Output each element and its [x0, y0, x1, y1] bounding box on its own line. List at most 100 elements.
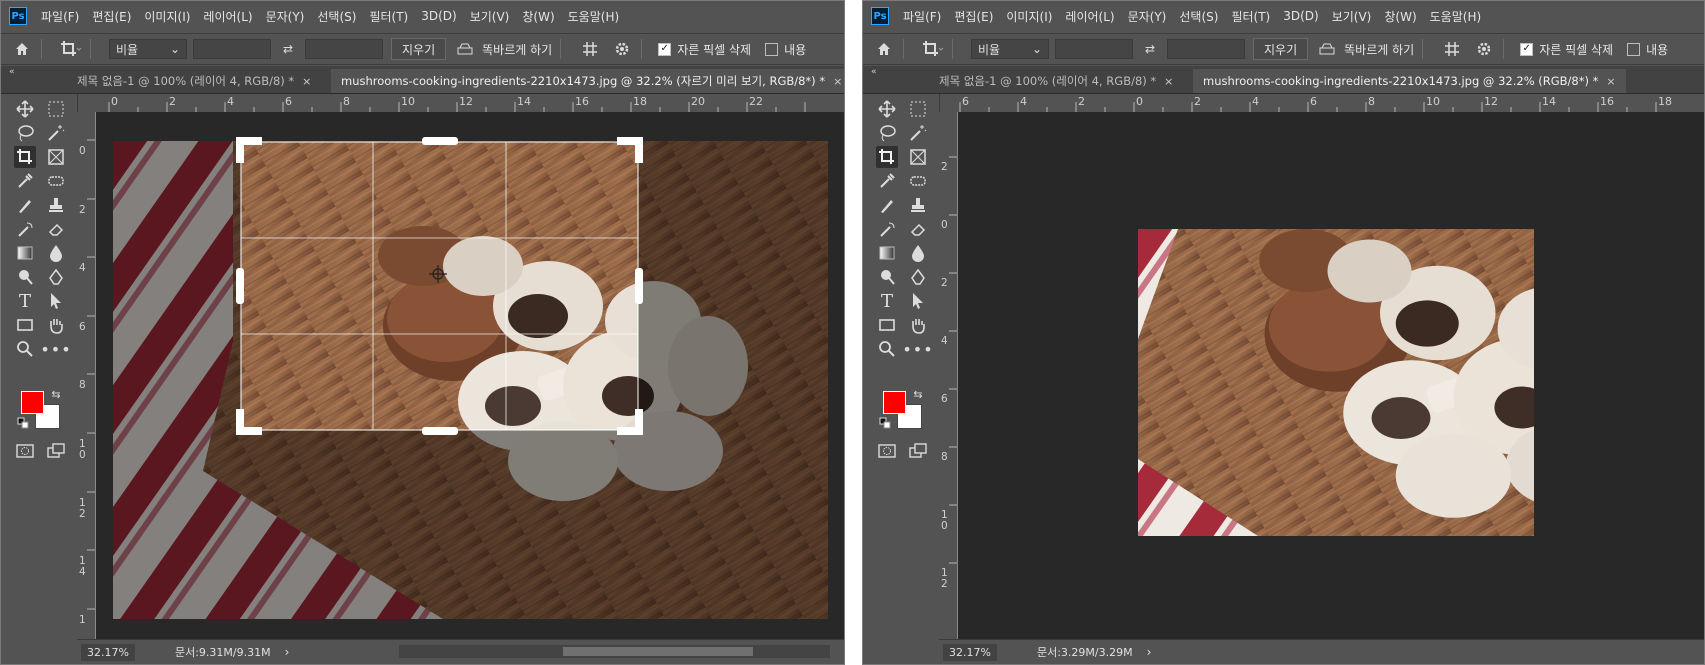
blur-drop-icon[interactable] — [907, 242, 929, 264]
menu-view[interactable]: 보기(V) — [1332, 8, 1372, 25]
more-tools-icon[interactable]: ••• — [40, 338, 70, 360]
horizontal-scrollbar[interactable] — [399, 645, 830, 658]
menu-filter[interactable]: 필터(T) — [369, 8, 408, 25]
gradient-icon[interactable] — [14, 242, 36, 264]
collapse-panels-icon[interactable]: « — [9, 67, 15, 77]
dodge-icon[interactable] — [876, 266, 898, 288]
path-selection-icon[interactable] — [45, 290, 67, 312]
gear-icon[interactable] — [1473, 38, 1495, 60]
clear-button[interactable]: 지우기 — [391, 38, 447, 60]
menu-help[interactable]: 도움말(H) — [568, 8, 620, 25]
clear-button[interactable]: 지우기 — [1253, 38, 1309, 60]
foreground-color-swatch[interactable] — [21, 391, 44, 414]
hand-tool-icon[interactable] — [45, 314, 67, 336]
pen-icon[interactable] — [907, 266, 929, 288]
magic-wand-icon[interactable] — [907, 122, 929, 144]
eyedropper-icon[interactable] — [876, 170, 898, 192]
menu-image[interactable]: 이미지(I) — [1006, 8, 1052, 25]
crop-tool-icon[interactable] — [14, 146, 36, 168]
hand-tool-icon[interactable] — [907, 314, 929, 336]
collapse-panels-icon[interactable]: « — [871, 67, 877, 77]
type-tool-icon[interactable]: T — [876, 290, 898, 312]
menu-3d[interactable]: 3D(D) — [1283, 9, 1318, 23]
swap-arrows-icon[interactable]: ⇄ — [1139, 38, 1161, 60]
zoom-level[interactable]: 32.17% — [943, 643, 997, 661]
healing-brush-icon[interactable] — [907, 170, 929, 192]
foreground-color-swatch[interactable] — [883, 391, 906, 414]
zoom-tool-icon[interactable] — [876, 338, 898, 360]
crop-tool-preset-icon[interactable] — [922, 38, 944, 60]
healing-brush-icon[interactable] — [45, 170, 67, 192]
ratio-select[interactable]: 비율 ⌄ — [971, 39, 1049, 59]
menu-window[interactable]: 창(W) — [1384, 8, 1416, 25]
crop-tool-preset-icon[interactable] — [60, 38, 82, 60]
brush-icon[interactable] — [14, 194, 36, 216]
tab-mushrooms[interactable]: mushrooms-cooking-ingredients-2210x1473.… — [331, 69, 844, 93]
menu-select[interactable]: 선택(S) — [1179, 8, 1218, 25]
document-canvas[interactable] — [96, 112, 844, 640]
menu-help[interactable]: 도움말(H) — [1430, 8, 1482, 25]
move-tool-icon[interactable] — [14, 98, 36, 120]
pen-icon[interactable] — [45, 266, 67, 288]
zoom-level[interactable]: 32.17% — [81, 643, 135, 661]
brush-icon[interactable] — [876, 194, 898, 216]
close-icon[interactable]: × — [302, 75, 311, 88]
swap-arrows-icon[interactable]: ⇄ — [277, 38, 299, 60]
magic-wand-icon[interactable] — [45, 122, 67, 144]
zoom-tool-icon[interactable] — [14, 338, 36, 360]
ratio-height-input[interactable] — [1167, 39, 1245, 59]
menu-filter[interactable]: 필터(T) — [1231, 8, 1270, 25]
crop-box[interactable] — [96, 112, 844, 640]
content-aware-checkbox[interactable] — [1627, 42, 1641, 56]
menu-file[interactable]: 파일(F) — [903, 8, 941, 25]
ratio-width-input[interactable] — [1055, 39, 1133, 59]
ratio-select[interactable]: 비율 ⌄ — [109, 39, 187, 59]
menu-file[interactable]: 파일(F) — [41, 8, 79, 25]
default-colors-icon[interactable] — [16, 416, 30, 430]
scrollbar-thumb[interactable] — [563, 647, 753, 656]
eyedropper-icon[interactable] — [14, 170, 36, 192]
content-aware-checkbox[interactable] — [765, 42, 779, 56]
menu-image[interactable]: 이미지(I) — [144, 8, 190, 25]
overlay-grid-icon[interactable] — [579, 38, 601, 60]
straighten-icon[interactable] — [454, 38, 476, 60]
menu-type[interactable]: 문자(Y) — [266, 8, 305, 25]
straighten-label[interactable]: 똑바르게 하기 — [482, 41, 552, 58]
stamp-icon[interactable] — [45, 194, 67, 216]
tab-untitled[interactable]: 제목 없음-1 @ 100% (레이어 4, RGB/8) * × — [67, 69, 321, 93]
history-brush-icon[interactable] — [876, 218, 898, 240]
marquee-tool-icon[interactable] — [45, 98, 67, 120]
menu-view[interactable]: 보기(V) — [470, 8, 510, 25]
swap-colors-icon[interactable]: ⇆ — [911, 387, 925, 401]
close-icon[interactable]: × — [833, 75, 842, 88]
menu-window[interactable]: 창(W) — [522, 8, 554, 25]
home-icon[interactable] — [873, 38, 895, 60]
path-selection-icon[interactable] — [907, 290, 929, 312]
menu-layer[interactable]: 레이어(L) — [1065, 8, 1114, 25]
chevron-right-icon[interactable]: › — [1147, 645, 1152, 659]
ratio-height-input[interactable] — [305, 39, 383, 59]
ratio-width-input[interactable] — [193, 39, 271, 59]
default-colors-icon[interactable] — [878, 416, 892, 430]
rectangle-tool-icon[interactable] — [876, 314, 898, 336]
screen-mode-icon[interactable] — [907, 440, 929, 462]
menu-layer[interactable]: 레이어(L) — [203, 8, 252, 25]
menu-edit[interactable]: 편집(E) — [954, 8, 993, 25]
menu-select[interactable]: 선택(S) — [317, 8, 356, 25]
overlay-grid-icon[interactable] — [1441, 38, 1463, 60]
quick-mask-icon[interactable] — [876, 440, 898, 462]
eraser-icon[interactable] — [45, 218, 67, 240]
rectangle-tool-icon[interactable] — [14, 314, 36, 336]
crop-tool-icon[interactable] — [876, 146, 898, 168]
delete-cropped-checkbox[interactable]: ✓ — [658, 42, 672, 56]
home-icon[interactable] — [11, 38, 33, 60]
eraser-icon[interactable] — [907, 218, 929, 240]
history-brush-icon[interactable] — [14, 218, 36, 240]
marquee-tool-icon[interactable] — [907, 98, 929, 120]
close-icon[interactable]: × — [1606, 75, 1615, 88]
menu-type[interactable]: 문자(Y) — [1128, 8, 1167, 25]
swap-colors-icon[interactable]: ⇆ — [49, 387, 63, 401]
move-tool-icon[interactable] — [876, 98, 898, 120]
menu-3d[interactable]: 3D(D) — [421, 9, 456, 23]
type-tool-icon[interactable]: T — [14, 290, 36, 312]
